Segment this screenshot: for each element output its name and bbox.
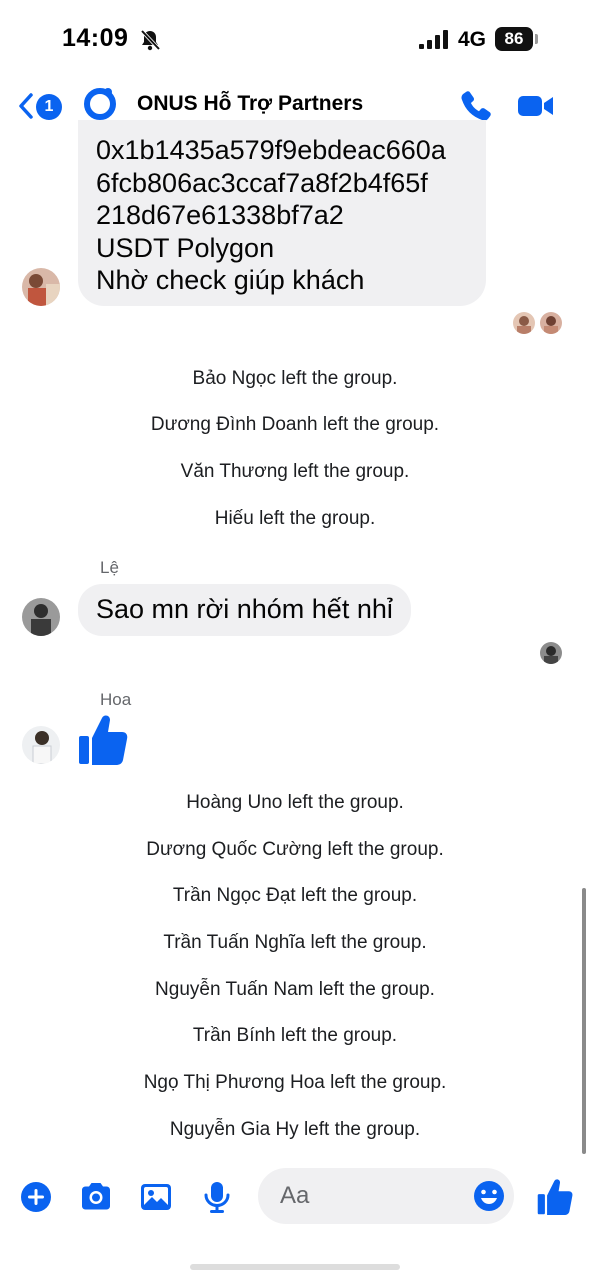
battery-indicator: 86: [495, 27, 533, 51]
plus-icon[interactable]: [19, 1180, 53, 1214]
video-camera-icon[interactable]: [516, 90, 556, 122]
seen-avatar: [513, 312, 535, 334]
unread-badge: 1: [36, 94, 62, 120]
system-message: Nguyễn Gia Hy left the group.: [169, 1119, 421, 1140]
home-indicator: [190, 1264, 400, 1270]
system-message: Bảo Ngọc left the group.: [192, 368, 398, 389]
message-input[interactable]: Aa: [258, 1168, 514, 1224]
chat-title[interactable]: ONUS Hỗ Trợ Partners: [137, 92, 363, 116]
message-input-placeholder: Aa: [280, 1182, 310, 1209]
system-message: Trần Bính left the group.: [192, 1025, 398, 1046]
bell-off-icon: [140, 29, 160, 51]
system-message: Văn Thương left the group.: [180, 461, 410, 482]
send-like-icon[interactable]: [537, 1178, 573, 1216]
camera-icon[interactable]: [79, 1180, 113, 1214]
scrollbar[interactable]: [582, 888, 586, 1154]
seen-avatar: [540, 642, 562, 664]
message-line: 6fcb806ac3ccaf7a8f2b4f65f: [96, 167, 428, 198]
message-line: USDT Polygon: [96, 232, 275, 263]
battery-level: 86: [504, 29, 524, 48]
image-icon[interactable]: [139, 1180, 173, 1214]
system-message: Nguyễn Tuấn Nam left the group.: [155, 979, 435, 1000]
avatar[interactable]: [22, 726, 60, 764]
message-line: Nhờ check giúp khách: [96, 265, 365, 295]
message-line: 218d67e61338bf7a2: [96, 200, 344, 230]
system-message: Trần Tuấn Nghĩa left the group.: [163, 932, 427, 953]
system-message: Hiếu left the group.: [214, 508, 376, 529]
system-message: Dương Quốc Cường left the group.: [146, 839, 444, 860]
seen-avatar: [540, 312, 562, 334]
status-time: 14:09: [62, 24, 129, 52]
system-message: Hoàng Uno left the group.: [186, 792, 404, 813]
onus-logo-icon[interactable]: [82, 86, 118, 122]
avatar[interactable]: [22, 268, 60, 306]
system-message: Trần Ngọc Đạt left the group.: [172, 885, 418, 906]
avatar[interactable]: [22, 598, 60, 636]
message-line: 0x1b1435a579f9ebdeac660a: [96, 135, 446, 165]
back-chevron-icon: [19, 93, 33, 119]
system-message: Ngọ Thị Phương Hoa left the group.: [143, 1072, 447, 1093]
message-bubble-le[interactable]: Sao mn rời nhóm hết nhỉ: [78, 584, 411, 636]
emoji-icon[interactable]: [472, 1179, 506, 1213]
composer-bar: Aa: [0, 1160, 590, 1236]
signal-icon: [419, 30, 448, 49]
microphone-icon[interactable]: [200, 1180, 234, 1214]
status-bar: 14:09 4G 86: [0, 0, 590, 80]
network-label: 4G: [458, 28, 487, 51]
system-message: Dương Đình Doanh left the group.: [150, 414, 440, 435]
back-button[interactable]: 1: [14, 86, 64, 126]
message-bubble-address[interactable]: 0x1b1435a579f9ebdeac660a 6fcb806ac3ccaf7…: [78, 120, 486, 306]
thumbs-up-icon[interactable]: [78, 714, 128, 766]
phone-icon[interactable]: [458, 88, 494, 124]
sender-name: Hoa: [100, 690, 132, 709]
sender-name: Lệ: [100, 558, 119, 577]
message-text: Sao mn rời nhóm hết nhỉ: [96, 594, 393, 624]
battery-nub: [535, 34, 538, 44]
